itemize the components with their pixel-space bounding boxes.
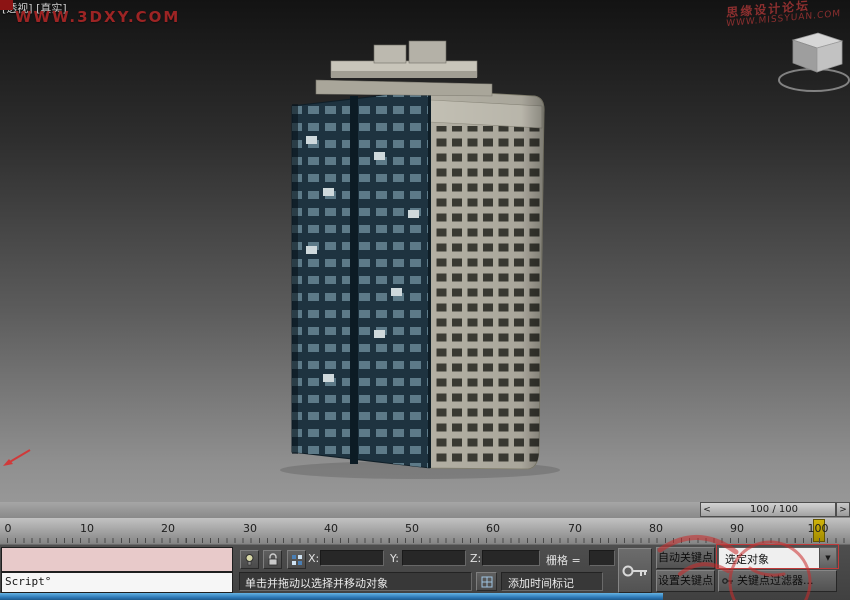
selection-set-value: 选定对象: [725, 551, 769, 567]
time-slider-handle[interactable]: < 100 / 100: [700, 502, 836, 517]
x-coordinate-field[interactable]: [320, 550, 384, 566]
selection-lock-button[interactable]: [263, 550, 282, 569]
perspective-viewport[interactable]: [透视] [真实] WWW.3DXY.COM 思缘设计论坛 WWW.MISSYU…: [0, 0, 850, 503]
3dsmax-window: [透视] [真实] WWW.3DXY.COM 思缘设计论坛 WWW.MISSYU…: [0, 0, 850, 600]
tick-label: 60: [486, 522, 500, 535]
bottom-blue-strip: [0, 593, 663, 600]
lightbulb-icon: [243, 553, 256, 566]
watermark-3dxy: WWW.3DXY.COM: [15, 8, 180, 26]
key-filters-label: 关键点过滤器...: [737, 574, 814, 587]
grid-size-field[interactable]: [589, 550, 615, 566]
frame-indicator: 100 / 100: [713, 504, 835, 515]
prev-frame-icon[interactable]: <: [701, 505, 713, 515]
tick-label: 40: [324, 522, 338, 535]
add-time-tag[interactable]: 添加时间标记: [501, 572, 603, 591]
x-axis-label: X:: [308, 552, 319, 565]
tick-label: 10: [80, 522, 94, 535]
tick-label: 70: [568, 522, 582, 535]
set-keys-button[interactable]: [618, 548, 652, 593]
isolate-selection-button[interactable]: [240, 550, 259, 569]
tick-label: 100: [808, 522, 829, 535]
auto-key-button[interactable]: 自动关键点: [656, 547, 715, 569]
next-frame-icon[interactable]: >: [836, 502, 850, 517]
tick-label: 80: [649, 522, 663, 535]
tick-label: 20: [161, 522, 175, 535]
tick-label: 50: [405, 522, 419, 535]
absolute-mode-icon: [481, 576, 493, 588]
tick-label: 30: [243, 522, 257, 535]
y-coordinate-field[interactable]: [402, 550, 466, 566]
status-bar: Script° X: Y: Z: 栅格 =: [0, 544, 850, 600]
key-icon: [621, 561, 649, 581]
snap-grid-icon: [291, 554, 303, 566]
y-axis-label: Y:: [390, 552, 399, 565]
maxscript-listener[interactable]: Script°: [1, 572, 233, 593]
snap-toggle-button[interactable]: [287, 550, 306, 569]
key-filter-icon: [722, 576, 734, 586]
viewport-corner-marker: [0, 0, 13, 10]
status-prompt: 单击并拖动以选择并移动对象: [239, 572, 472, 591]
key-filters-button[interactable]: 关键点过滤器...: [718, 570, 837, 592]
maxscript-macro-recorder[interactable]: [1, 547, 233, 572]
building-model: [0, 0, 850, 502]
lock-icon: [267, 553, 279, 566]
selection-set-dropdown[interactable]: 选定对象 ▼: [718, 547, 837, 569]
tick-label: 90: [730, 522, 744, 535]
z-coordinate-field[interactable]: [482, 550, 540, 566]
track-bar-ticks: [0, 538, 850, 543]
z-axis-label: Z:: [470, 552, 481, 565]
set-key-button[interactable]: 设置关键点: [656, 570, 715, 592]
tick-label: 0: [5, 522, 12, 535]
chevron-down-icon[interactable]: ▼: [819, 548, 836, 568]
world-axis-gizmo: [0, 444, 40, 474]
time-slider-track[interactable]: < 100 / 100 >: [0, 502, 850, 519]
absolute-mode-button[interactable]: [476, 572, 497, 591]
track-bar[interactable]: 0 10 20 30 40 50 60 70 80 90 100: [0, 518, 850, 545]
grid-size-label: 栅格 =: [546, 552, 581, 568]
view-cube[interactable]: [770, 28, 850, 98]
